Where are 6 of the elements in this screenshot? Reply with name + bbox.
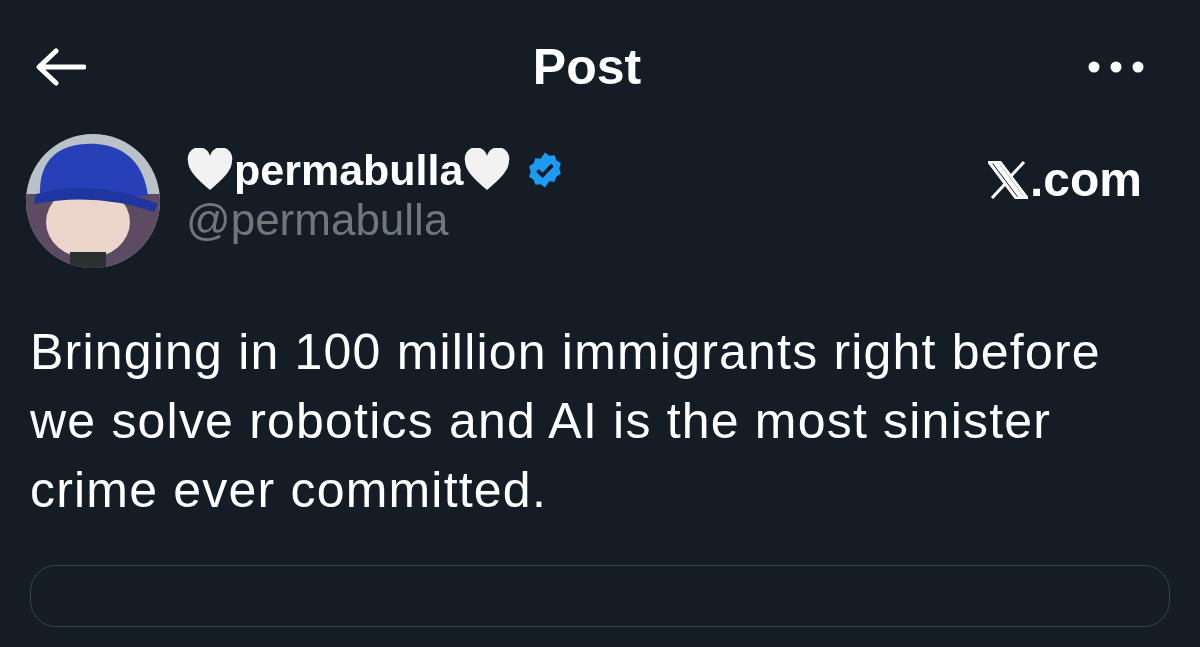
post-text: Bringing in 100 million immigrants right before we solve robotics and AI is the most sinister crime ever committed. — [29, 323, 1102, 520]
x-logo-icon — [987, 160, 1028, 199]
source-label: .com — [1029, 152, 1142, 207]
display-name[interactable]: permabulla — [234, 145, 464, 195]
user-handle: @permabulla — [186, 194, 450, 245]
page-title: Post — [532, 38, 642, 96]
